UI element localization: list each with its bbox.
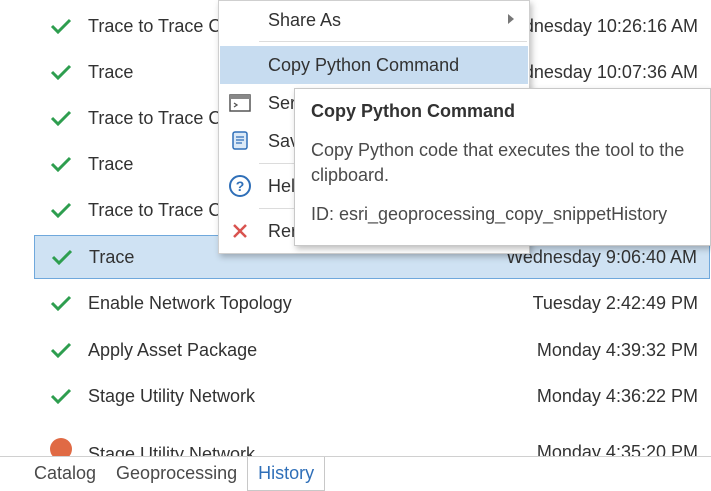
success-check-icon xyxy=(35,249,89,265)
history-row-time: dnesday 10:07:36 AM xyxy=(523,61,698,82)
menu-item-share-as[interactable]: Share As xyxy=(220,1,528,39)
tab-catalog[interactable]: Catalog xyxy=(24,457,106,491)
history-row[interactable]: Apply Asset Package Monday 4:39:32 PM xyxy=(34,328,710,372)
help-icon: ? xyxy=(220,174,260,198)
tooltip-description: Copy Python code that executes the tool … xyxy=(311,140,685,185)
history-row[interactable]: Stage Utility Network Monday 4:35:20 PM xyxy=(34,422,710,456)
error-icon xyxy=(34,428,88,456)
tab-history[interactable]: History xyxy=(247,457,326,491)
tooltip-title: Copy Python Command xyxy=(311,101,516,121)
history-row-time: dnesday 10:26:16 AM xyxy=(523,15,698,36)
history-row-time: Monday 4:36:22 PM xyxy=(536,385,698,406)
history-row-time: Tuesday 2:42:49 PM xyxy=(532,292,698,313)
pane-tabs: Catalog Geoprocessing History xyxy=(24,457,326,491)
history-row-time: Monday 4:35:20 PM xyxy=(536,442,698,456)
history-row[interactable]: Enable Network Topology Tuesday 2:42:49 … xyxy=(34,281,710,325)
menu-separator xyxy=(259,41,527,42)
tooltip-id: ID: esri_geoprocessing_copy_snippetHisto… xyxy=(311,204,668,224)
chevron-right-icon xyxy=(508,14,514,24)
script-icon xyxy=(220,130,260,152)
history-row[interactable]: Stage Utility Network Monday 4:36:22 PM xyxy=(34,374,710,418)
remove-icon xyxy=(220,223,260,239)
success-check-icon xyxy=(34,295,88,311)
history-row-time: Wednesday 9:06:40 AM xyxy=(506,246,697,267)
success-check-icon xyxy=(34,18,88,34)
menu-item-copy-python-command[interactable]: Copy Python Command xyxy=(220,46,528,84)
success-check-icon xyxy=(34,110,88,126)
success-check-icon xyxy=(34,156,88,172)
history-row-time: Monday 4:39:32 PM xyxy=(536,339,698,360)
tooltip: Copy Python Command Copy Python code tha… xyxy=(294,88,711,246)
success-check-icon xyxy=(34,202,88,218)
success-check-icon xyxy=(34,388,88,404)
svg-text:?: ? xyxy=(236,178,245,194)
success-check-icon xyxy=(34,64,88,80)
success-check-icon xyxy=(34,342,88,358)
window-icon xyxy=(220,94,260,112)
tab-geoprocessing[interactable]: Geoprocessing xyxy=(106,457,247,491)
